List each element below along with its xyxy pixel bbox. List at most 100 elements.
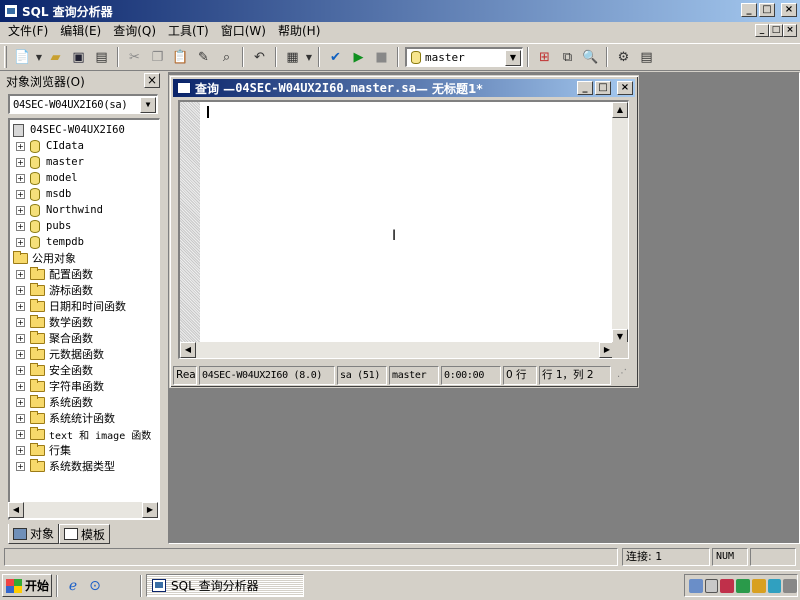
query-minimize-button[interactable]: _: [577, 81, 593, 95]
tree-folder-node[interactable]: + 数学函数: [16, 314, 93, 330]
save-icon[interactable]: ▣: [67, 46, 90, 68]
database-selector[interactable]: master ▼: [405, 47, 523, 67]
expand-icon[interactable]: +: [16, 365, 25, 375]
expand-icon[interactable]: +: [16, 189, 25, 199]
sql-server-service-icon[interactable]: [704, 578, 719, 593]
expand-icon[interactable]: +: [16, 317, 25, 327]
expand-icon[interactable]: +: [16, 237, 25, 247]
menu-edit[interactable]: 编辑(E): [54, 23, 107, 40]
expand-icon[interactable]: +: [16, 397, 25, 407]
editor-horizontal-scrollbar[interactable]: ◀ ▶: [180, 342, 615, 358]
new-query-icon[interactable]: 📄: [11, 46, 34, 68]
find-icon[interactable]: ⌕: [215, 46, 238, 68]
tree-common-objects-node[interactable]: 公用对象: [13, 250, 76, 266]
tab-objects[interactable]: 对象: [8, 524, 60, 544]
menu-tools[interactable]: 工具(T): [162, 23, 215, 40]
tree-database-node[interactable]: + CIdata: [16, 138, 84, 154]
tree-database-node[interactable]: + model: [16, 170, 78, 186]
menu-file[interactable]: 文件(F): [2, 23, 54, 40]
minimize-button[interactable]: _: [741, 3, 757, 17]
internet-explorer-icon[interactable]: ℯ: [64, 577, 82, 595]
expand-icon[interactable]: +: [16, 349, 25, 359]
close-button[interactable]: ×: [781, 3, 797, 17]
tray-app-icon-2[interactable]: [736, 578, 750, 593]
object-search-icon[interactable]: 🔍: [579, 46, 602, 68]
results-grid-icon[interactable]: ▦: [281, 46, 304, 68]
options-icon[interactable]: ⚙: [612, 46, 635, 68]
tree-database-node[interactable]: + pubs: [16, 218, 71, 234]
tray-app-icon-4[interactable]: [767, 578, 782, 593]
object-tree[interactable]: 04SEC-W04UX2I60 + CIdata + master + model +…: [8, 118, 160, 520]
object-browser-icon[interactable]: ⧉: [556, 46, 579, 68]
tree-folder-node[interactable]: + 元数据函数: [16, 346, 104, 362]
tree-folder-node[interactable]: + 日期和时间函数: [16, 298, 126, 314]
tree-folder-node[interactable]: + 字符串函数: [16, 378, 104, 394]
tree-folder-node[interactable]: + 配置函数: [16, 266, 93, 282]
expand-icon[interactable]: +: [16, 269, 25, 279]
undo-icon[interactable]: ↶: [248, 46, 271, 68]
tree-database-node[interactable]: + master: [16, 154, 84, 170]
query-close-button[interactable]: ×: [617, 81, 633, 95]
expand-icon[interactable]: +: [16, 445, 25, 455]
show-results-icon[interactable]: ▤: [635, 46, 658, 68]
server-selector[interactable]: 04SEC-W04UX2I60(sa) ▼: [8, 94, 158, 114]
scroll-right-icon[interactable]: ▶: [142, 502, 158, 518]
tray-app-icon[interactable]: [720, 578, 735, 593]
copy-icon[interactable]: ❐: [146, 46, 169, 68]
query-editor[interactable]: I ▲ ▼ ◀ ▶: [178, 100, 629, 359]
expand-icon[interactable]: +: [16, 285, 25, 295]
taskbar-task-query-analyzer[interactable]: SQL 查询分析器: [146, 574, 304, 597]
mdi-restore-button[interactable]: □: [769, 24, 783, 37]
scroll-left-icon[interactable]: ◀: [8, 502, 24, 518]
tree-horizontal-scrollbar[interactable]: ◀ ▶: [8, 502, 158, 518]
tree-database-node[interactable]: + msdb: [16, 186, 71, 202]
insert-template-icon[interactable]: ▤: [90, 46, 113, 68]
toolbar-grip[interactable]: [4, 46, 7, 68]
expand-icon[interactable]: +: [16, 413, 25, 423]
expand-icon[interactable]: +: [16, 173, 25, 183]
mdi-minimize-button[interactable]: _: [755, 24, 769, 37]
expand-icon[interactable]: +: [16, 461, 25, 471]
network-icon[interactable]: [689, 578, 703, 593]
paste-icon[interactable]: 📋: [169, 46, 192, 68]
menu-help[interactable]: 帮助(H): [272, 23, 326, 40]
menu-window[interactable]: 窗口(W): [215, 23, 272, 40]
expand-icon[interactable]: +: [16, 429, 25, 439]
tree-database-node[interactable]: + tempdb: [16, 234, 84, 250]
tree-folder-node[interactable]: + 行集: [16, 442, 71, 458]
tree-folder-node[interactable]: + 聚合函数: [16, 330, 93, 346]
tab-templates[interactable]: 模板: [59, 524, 111, 544]
resize-grip-icon[interactable]: ⋰: [613, 368, 627, 384]
new-query-dropdown-icon[interactable]: ▼: [34, 46, 44, 68]
close-icon[interactable]: ×: [144, 73, 160, 88]
query-maximize-button[interactable]: □: [595, 81, 611, 95]
expand-icon[interactable]: +: [16, 141, 25, 151]
maximize-button[interactable]: □: [759, 3, 775, 17]
execute-icon[interactable]: ▶: [347, 46, 370, 68]
expand-icon[interactable]: +: [16, 221, 25, 231]
chevron-down-icon[interactable]: ▼: [505, 49, 521, 66]
parse-icon[interactable]: ✔: [324, 46, 347, 68]
results-dropdown-icon[interactable]: ▼: [304, 46, 314, 68]
tree-folder-node[interactable]: + 系统函数: [16, 394, 93, 410]
mdi-close-button[interactable]: ×: [783, 24, 797, 37]
expand-icon[interactable]: +: [16, 333, 25, 343]
query-window-title-bar[interactable]: 查询 — 04SEC-W04UX2I60.master.sa — 无标题1*: [173, 79, 635, 97]
tree-folder-node[interactable]: + 系统数据类型: [16, 458, 115, 474]
quick-launch-icon[interactable]: ⊙: [86, 577, 104, 595]
tree-folder-node[interactable]: + 安全函数: [16, 362, 93, 378]
open-icon[interactable]: ▰: [44, 46, 67, 68]
start-button[interactable]: 开始: [2, 574, 52, 597]
chevron-down-icon[interactable]: ▼: [140, 96, 156, 113]
show-plan-icon[interactable]: ⊞: [533, 46, 556, 68]
tree-database-node[interactable]: + Northwind: [16, 202, 103, 218]
scroll-up-icon[interactable]: ▲: [612, 102, 628, 118]
app-title-bar[interactable]: SQL 查询分析器 _ □ ×: [0, 0, 800, 22]
expand-icon[interactable]: +: [16, 205, 25, 215]
tree-folder-node[interactable]: + text 和 image 函数: [16, 426, 151, 442]
clear-window-icon[interactable]: ✎: [192, 46, 215, 68]
tray-app-icon-3[interactable]: [751, 578, 766, 593]
editor-vertical-scrollbar[interactable]: ▲ ▼: [612, 102, 628, 345]
expand-icon[interactable]: +: [16, 157, 25, 167]
tree-folder-node[interactable]: + 游标函数: [16, 282, 93, 298]
